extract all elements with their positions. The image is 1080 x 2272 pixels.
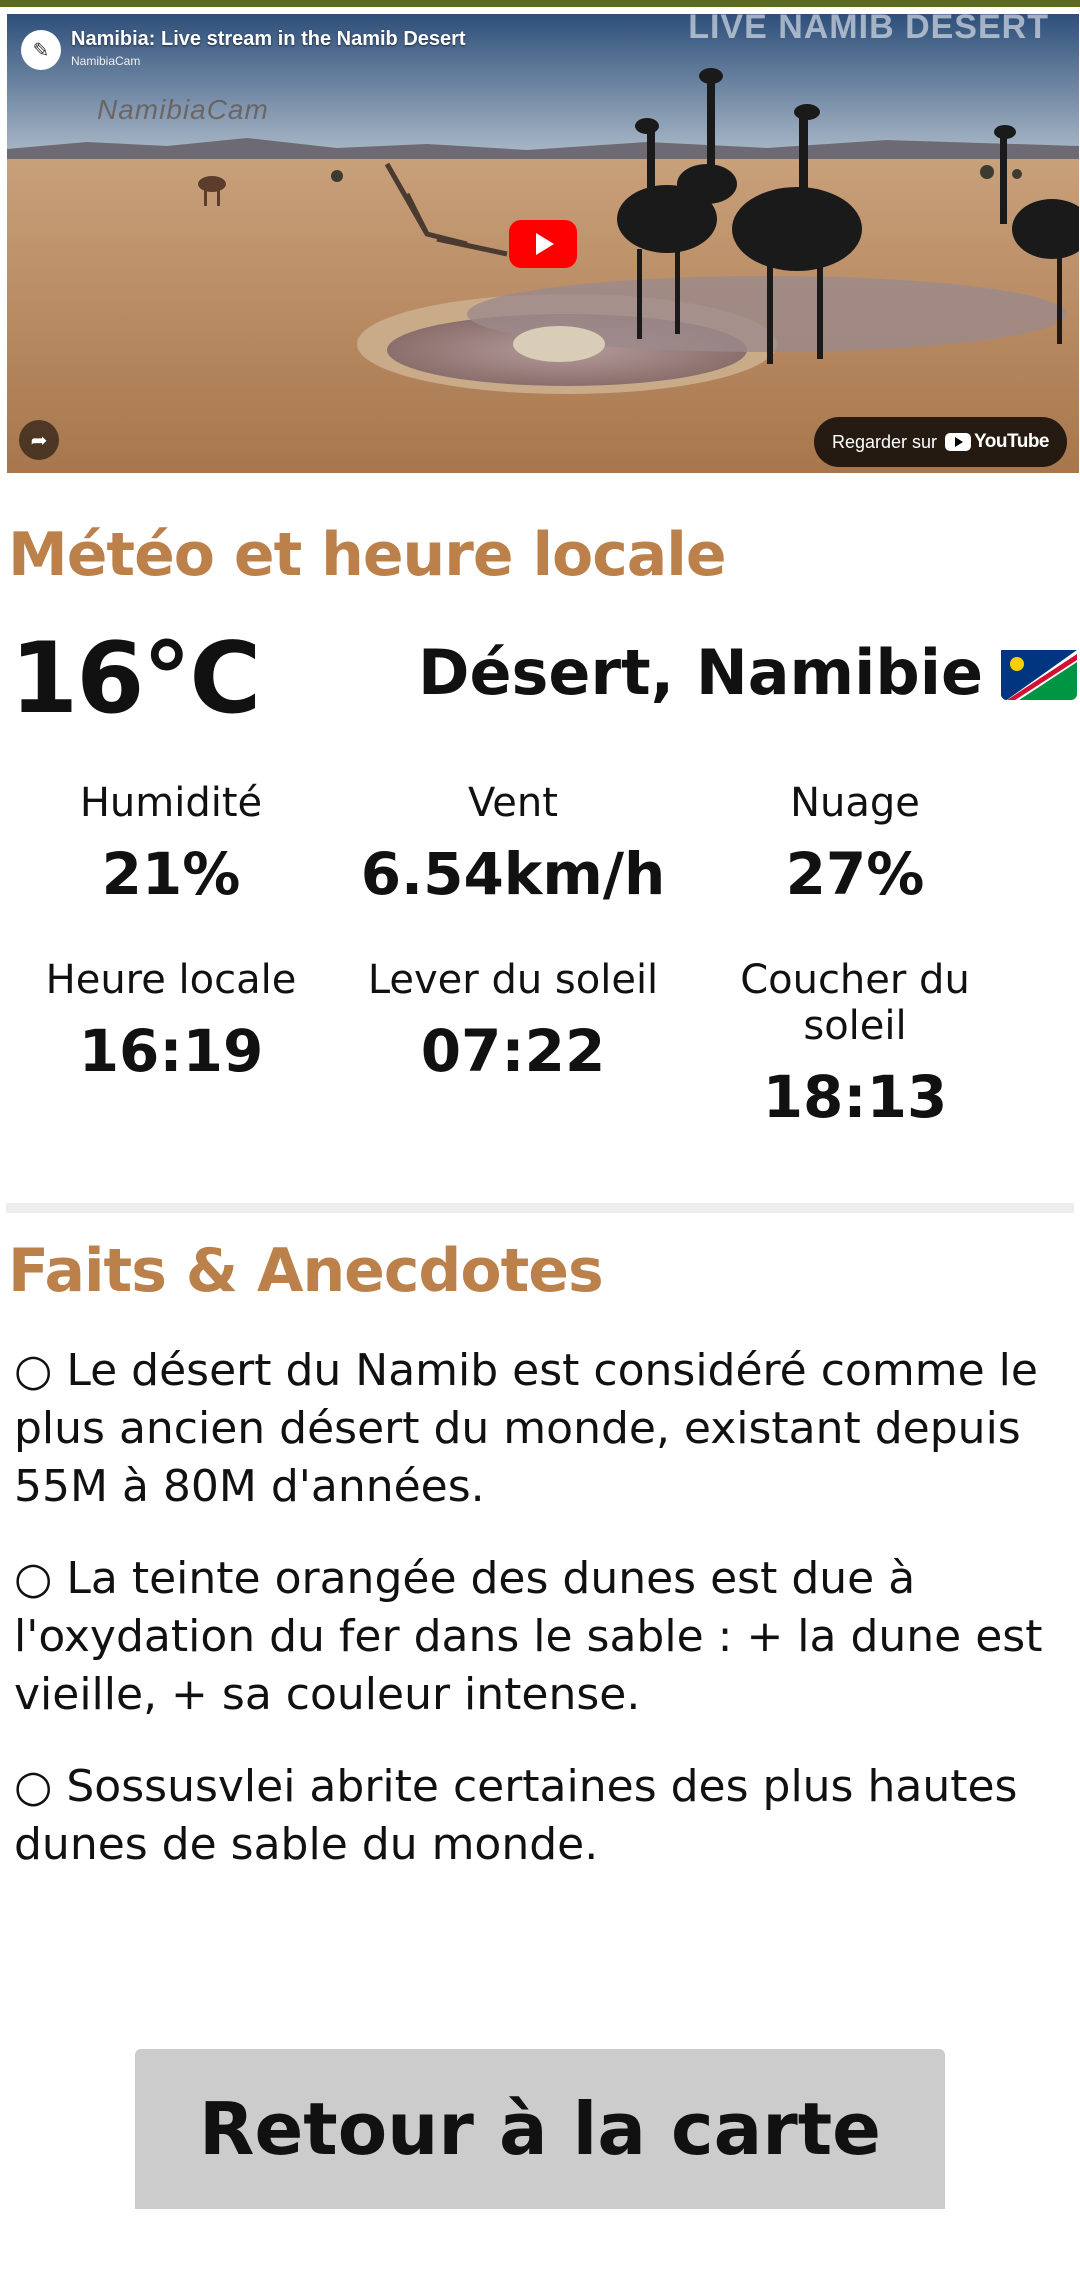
share-icon: ➦ (30, 428, 48, 452)
youtube-wordmark: YouTube (974, 431, 1049, 452)
share-button[interactable]: ➦ (19, 420, 59, 460)
temperature-value: 16°C (10, 622, 261, 736)
stat-label: Heure locale (45, 957, 297, 1003)
stat-value: 07:22 (420, 1017, 606, 1085)
stat-sunrise: Lever du soleil 07:22 (342, 957, 684, 1131)
fact-item: ○ Le désert du Namib est considéré comme… (14, 1345, 1038, 1512)
top-accent-bar (0, 0, 1080, 7)
video-title[interactable]: Namibia: Live stream in the Namib Desert (71, 28, 466, 51)
stat-label: Lever du soleil (367, 957, 659, 1003)
watch-on-label: Regarder sur (832, 431, 938, 452)
play-button[interactable] (509, 220, 577, 268)
live-overlay-text: LIVE NAMIB DESERT (688, 14, 1049, 46)
stat-value: 16:19 (78, 1017, 264, 1085)
weather-stats-row-1: Humidité 21% Vent 6.54km/h Nuage 27% (0, 780, 1080, 908)
facts-section-title: Faits & Anecdotes (8, 1236, 604, 1306)
weather-stats-row-2: Heure locale 16:19 Lever du soleil 07:22… (0, 957, 1080, 1131)
watch-on-youtube-button[interactable]: Regarder sur YouTube (814, 417, 1067, 467)
back-to-map-button[interactable]: Retour à la carte (135, 2049, 945, 2209)
stat-value: 27% (785, 840, 925, 908)
play-icon (536, 233, 554, 255)
stat-wind: Vent 6.54km/h (342, 780, 684, 908)
youtube-logo-icon: YouTube (945, 431, 1049, 453)
video-player[interactable]: NamibiaCam LIVE NAMIB DESERT ✎ Namibia: … (7, 14, 1079, 473)
stat-label: Vent (468, 780, 558, 826)
stat-humidity: Humidité 21% (0, 780, 342, 908)
location-label: Désert, Namibie (418, 636, 984, 709)
stat-cloud: Nuage 27% (684, 780, 1026, 908)
stat-value: 21% (101, 840, 241, 908)
video-channel-name[interactable]: NamibiaCam (71, 54, 140, 68)
channel-avatar-icon[interactable]: ✎ (21, 30, 61, 70)
stat-sunset: Coucher du soleil 18:13 (684, 957, 1026, 1131)
fact-item: ○ La teinte orangée des dunes est due à … (14, 1553, 1043, 1720)
location-name: Désert, Namibie (418, 636, 1078, 709)
facts-list: ○ Le désert du Namib est considéré comme… (14, 1342, 1064, 1908)
stat-value: 6.54km/h (360, 840, 666, 908)
stat-label: Humidité (79, 780, 263, 826)
stat-value: 18:13 (762, 1063, 948, 1131)
stat-local-time: Heure locale 16:19 (0, 957, 342, 1131)
fact-item: ○ Sossusvlei abrite certaines des plus h… (14, 1761, 1018, 1870)
stat-label: Coucher du soleil (740, 957, 970, 1049)
section-divider (6, 1203, 1074, 1213)
weather-section-title: Météo et heure locale (8, 520, 727, 590)
stat-label: Nuage (790, 780, 920, 826)
namibia-flag-icon (1001, 646, 1078, 700)
cam-logo: NamibiaCam (97, 94, 269, 125)
